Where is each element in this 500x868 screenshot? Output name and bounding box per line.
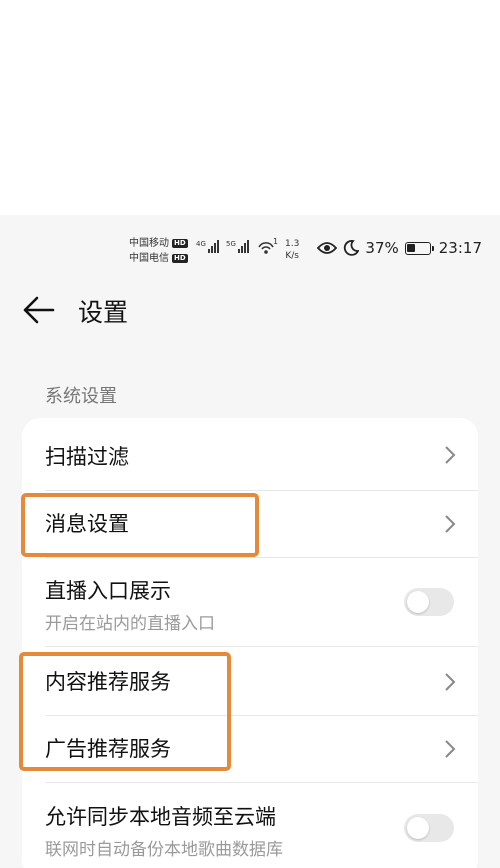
right-status: 37% 23:17 bbox=[311, 239, 482, 257]
section-label: 系统设置 bbox=[45, 386, 117, 407]
chevron-right-icon bbox=[445, 673, 456, 691]
chevron-right-icon bbox=[445, 740, 456, 758]
settings-item-scan-filter[interactable]: 扫描过滤 bbox=[22, 418, 478, 490]
clock: 23:17 bbox=[438, 239, 482, 257]
moon-icon bbox=[344, 240, 360, 256]
chevron-right-icon bbox=[445, 515, 456, 533]
blank-area bbox=[0, 0, 500, 215]
settings-item-live-entry: 直播入口展示 开启在站内的直播入口 bbox=[22, 558, 478, 646]
carrier-1: 中国移动 bbox=[129, 238, 169, 249]
network-type-2: 5G bbox=[226, 240, 236, 248]
page-title: 设置 bbox=[78, 298, 129, 327]
carrier-2: 中国电信 bbox=[129, 253, 169, 264]
live-entry-toggle[interactable] bbox=[404, 588, 454, 616]
chevron-right-icon bbox=[445, 446, 456, 464]
highlight-box bbox=[21, 493, 259, 557]
highlight-box bbox=[19, 652, 231, 771]
item-label: 扫描过滤 bbox=[45, 445, 129, 469]
hd-badge: HD bbox=[172, 254, 188, 263]
item-sublabel: 联网时自动备份本地歌曲数据库 bbox=[45, 840, 283, 860]
signal-icon: 5G bbox=[226, 240, 249, 253]
header: 设置 bbox=[0, 287, 500, 337]
status-bar: 中国移动 HD 中国电信 HD 4G 5G 1 1.3 K/s 37% 23:1… bbox=[0, 215, 500, 287]
item-label: 直播入口展示 bbox=[45, 579, 171, 603]
item-sublabel: 开启在站内的直播入口 bbox=[45, 614, 215, 634]
settings-card: 扫描过滤 消息设置 直播入口展示 开启在站内的直播入口 内容推荐服务 广告推荐服… bbox=[22, 418, 478, 868]
signal-icon: 4G bbox=[196, 240, 219, 253]
network-type-1: 4G bbox=[196, 240, 206, 248]
speed-value: 1.3 bbox=[285, 239, 300, 249]
settings-item-cloud-sync: 允许同步本地音频至云端 联网时自动备份本地歌曲数据库 bbox=[22, 783, 478, 868]
net-speed: 1.3 K/s bbox=[285, 238, 299, 262]
speed-unit: K/s bbox=[285, 251, 299, 261]
battery-icon bbox=[404, 241, 434, 255]
cloud-sync-toggle[interactable] bbox=[404, 814, 454, 842]
battery-percent: 37% bbox=[365, 239, 399, 257]
item-label: 允许同步本地音频至云端 bbox=[45, 805, 276, 829]
eye-icon bbox=[317, 242, 338, 254]
wifi-num: 1 bbox=[273, 237, 279, 246]
hd-badge: HD bbox=[172, 239, 188, 248]
carrier-info: 中国移动 HD 中国电信 HD bbox=[129, 236, 188, 266]
back-arrow-icon[interactable] bbox=[22, 295, 56, 325]
